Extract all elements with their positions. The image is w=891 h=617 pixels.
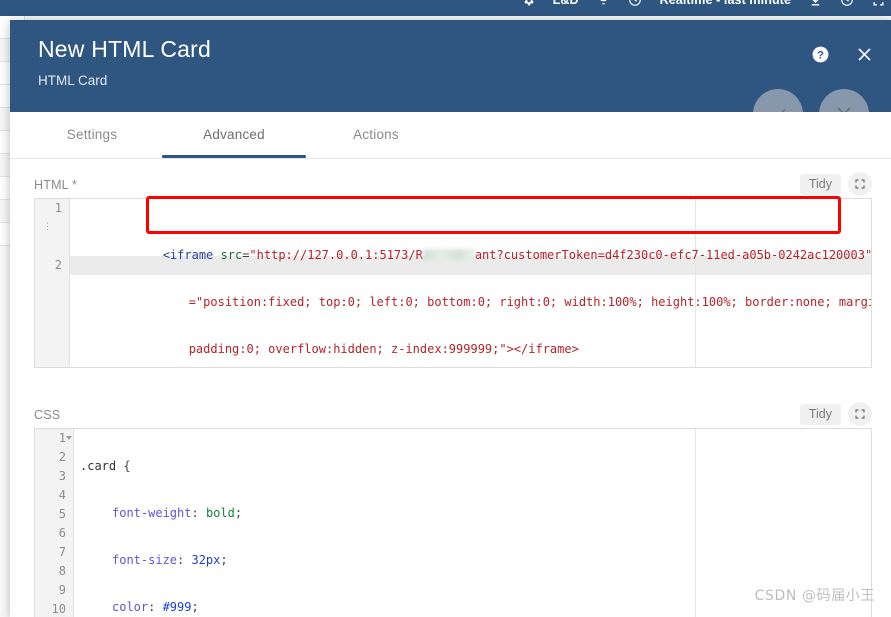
new-html-card-dialog: New HTML Card HTML Card ? Settings Advan… [10,20,891,617]
dashboard-toolbar: L&D Realtime - last minute [0,0,891,16]
dialog-header: New HTML Card HTML Card ? [10,20,891,139]
code-token-tag: <iframe [162,248,214,262]
tab-active-underline [162,155,306,158]
html-gutter: 1 ⋮ 2 [35,199,70,367]
filter-icon[interactable] [597,0,610,7]
gutter-line-number: 4 [58,488,66,502]
gutter-line-number: 2 [54,258,62,272]
css-property: font-size [112,553,178,567]
code-token-style-wrap-a: ="position:fixed; top:0; left:0; bottom:… [188,295,871,309]
code-line: .card { [73,457,871,476]
css-property: font-weight [112,506,192,520]
html-tidy-button[interactable]: Tidy [799,173,841,195]
gutter-line-number: 9 [58,583,66,597]
html-code-editor[interactable]: 1 ⋮ 2 <iframe src="http://127.0.0.1:5173… [34,198,872,368]
clock-icon[interactable] [628,0,642,7]
dialog-subtitle: HTML Card [38,73,108,88]
download-icon[interactable] [809,0,822,7]
code-line: font-size: 32px; [112,553,228,567]
fullscreen-icon[interactable] [872,0,885,7]
css-section-label: CSS [34,408,61,422]
html-section-tools: Tidy [799,172,872,196]
code-line-wrap: padding:0; overflow:hidden; z-index:9999… [69,321,871,356]
html-section: HTML * Tidy 1 ⋮ 2 <iframe src="http://12… [34,172,872,368]
css-selector: .card [80,459,117,473]
redacted-url-segment [422,249,475,260]
device-label: L&D [552,0,579,7]
app-root: L&D Realtime - last minute ▸ [0,0,891,617]
watermark: CSDN @码届小王 [754,588,875,604]
html-code-content[interactable]: <iframe src="http://127.0.0.1:5173/R ant?… [69,199,871,367]
close-icon[interactable] [853,43,875,65]
tab-settings-label: Settings [66,127,118,142]
tab-advanced[interactable]: Advanced [162,112,306,158]
code-line: font-weight: bold; [112,506,243,520]
gutter-line-number: 7 [58,545,66,559]
css-section: CSS Tidy 1 2 3 4 5 6 7 8 9 10 .card {fo… [34,402,872,617]
svg-text:?: ? [817,49,824,61]
gutter-line-number: 6 [58,526,66,540]
css-gutter: 1 2 3 4 5 6 7 8 9 10 [35,429,74,617]
code-line: <iframe src="http://127.0.0.1:5173/R ant?… [69,227,871,262]
dialog-header-actions: ? [809,43,875,65]
gutter-line-number: 3 [58,469,66,483]
tab-settings[interactable]: Settings [30,112,154,158]
css-brace: { [116,459,131,473]
css-value: #999 [162,600,192,614]
history-icon[interactable] [840,0,854,7]
tab-actions[interactable]: Actions [314,112,438,158]
tab-advanced-label: Advanced [203,127,265,142]
code-token-url-suffix: ant?customerToken=d4f230c0-efc7-11ed-a05… [474,248,871,262]
css-code-editor[interactable]: 1 2 3 4 5 6 7 8 9 10 .card { font-weight… [34,428,872,617]
code-token-url-prefix: "http://127.0.0.1:5173/R [249,248,423,262]
code-token-style-wrap-b: padding:0; overflow:hidden; z-index:9999… [188,342,579,356]
gutter-line-number[interactable]: 1 [35,429,73,448]
css-value: 32px [191,553,221,567]
page-title: New HTML Card [38,36,211,62]
help-icon[interactable]: ? [809,43,831,65]
html-section-label: HTML * [34,178,78,192]
tab-actions-label: Actions [353,127,399,142]
html-expand-icon[interactable] [848,172,872,196]
css-section-tools: Tidy [799,402,872,426]
css-expand-icon[interactable] [848,402,872,426]
gutter-wrap-marker: ⋮ [43,222,52,232]
gutter-line-number: 10 [51,602,66,616]
gutter-line-number: 5 [58,507,66,521]
code-line-wrap: ="position:fixed; top:0; left:0; bottom:… [69,274,871,309]
gutter-line-number: 1 [54,201,62,215]
css-property: color [112,600,149,614]
dialog-tabs: Settings Advanced Actions [10,112,891,159]
time-range-label[interactable]: Realtime - last minute [660,0,791,7]
gutter-line-number: 8 [58,564,66,578]
code-line: color: #999; [112,600,199,614]
code-token-attr: src [213,248,243,262]
gutter-line-number: 2 [58,450,66,464]
css-tidy-button[interactable]: Tidy [799,403,841,425]
css-value: bold [205,506,235,520]
css-code-content[interactable]: .card { font-weight: bold; font-size: 32… [73,429,871,617]
gear-icon[interactable] [522,0,535,7]
